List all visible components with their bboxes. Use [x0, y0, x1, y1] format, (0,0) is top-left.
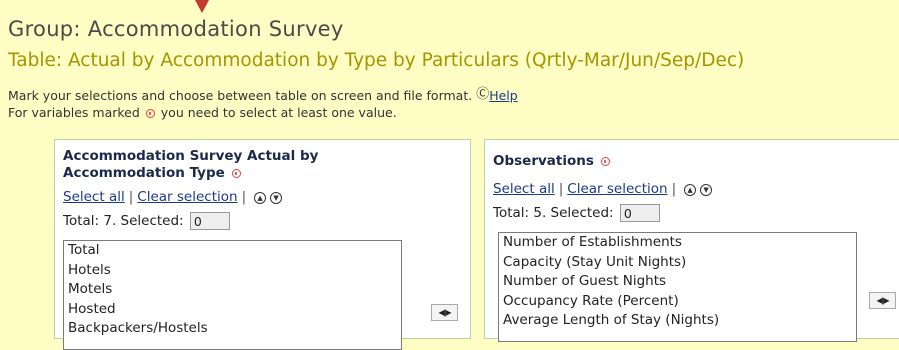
- instructions-prefix: For variables marked: [8, 105, 140, 120]
- selected-count-field[interactable]: 0: [189, 212, 230, 230]
- values-listbox[interactable]: Number of Establishments Capacity (Stay …: [498, 232, 857, 342]
- clear-selection-link[interactable]: Clear selection: [567, 181, 667, 197]
- variable-panel-observations: Observations Select all | Clear selection |…: [484, 139, 899, 342]
- total-label: Total: 7. Selected:: [63, 213, 184, 229]
- panel-title: Observations: [493, 153, 612, 170]
- panel-title-text: Observations: [493, 153, 594, 169]
- select-all-link[interactable]: Select all: [63, 189, 125, 205]
- total-label: Total: 5. Selected:: [493, 205, 614, 221]
- list-item[interactable]: Hotels: [64, 261, 401, 281]
- select-all-link[interactable]: Select all: [493, 181, 555, 197]
- instructions: Mark your selections and choose between …: [8, 86, 518, 121]
- list-item[interactable]: Occupancy Rate (Percent): [499, 292, 856, 312]
- list-item[interactable]: Total: [64, 241, 401, 261]
- help-icon[interactable]: Ⓒ: [476, 87, 489, 102]
- sort-descending-icon[interactable]: ▼: [270, 192, 283, 204]
- instructions-text: Mark your selections and choose between …: [8, 88, 473, 103]
- move-arrows-button[interactable]: ◀|▶: [869, 292, 896, 309]
- panel-title: Accommodation Survey Actual by Accommoda…: [63, 148, 363, 182]
- sort-ascending-icon[interactable]: ▲: [254, 192, 267, 204]
- instructions-line-2: For variables marked you need to select …: [8, 104, 518, 121]
- panel-title-text: Accommodation Survey Actual by Accommoda…: [63, 148, 319, 181]
- selection-links: Select all | Clear selection | ▲ ▼: [63, 189, 283, 205]
- help-link[interactable]: Help: [489, 88, 518, 103]
- group-title: Group: Accommodation Survey: [8, 17, 344, 41]
- selection-total: Total: 5. Selected: 0: [493, 204, 660, 222]
- list-item[interactable]: Capacity (Stay Unit Nights): [499, 253, 856, 273]
- list-item[interactable]: Number of Establishments: [499, 233, 856, 253]
- values-listbox[interactable]: Total Hotels Motels Hosted Backpackers/H…: [63, 240, 402, 350]
- instructions-suffix: you need to select at least one value.: [160, 105, 397, 120]
- required-marker-icon: [145, 109, 155, 118]
- sort-ascending-icon[interactable]: ▲: [684, 184, 697, 196]
- selected-count-field[interactable]: 0: [619, 204, 660, 222]
- selection-links: Select all | Clear selection | ▲ ▼: [493, 181, 713, 197]
- move-arrows-button[interactable]: ◀|▶: [431, 304, 458, 321]
- sort-descending-icon[interactable]: ▼: [700, 184, 713, 196]
- instructions-line-1: Mark your selections and choose between …: [8, 86, 518, 104]
- clear-selection-link[interactable]: Clear selection: [137, 189, 237, 205]
- list-item[interactable]: Backpackers/Hostels: [64, 319, 401, 339]
- list-item[interactable]: Average Length of Stay (Nights): [499, 311, 856, 331]
- list-item[interactable]: Number of Guest Nights: [499, 272, 856, 292]
- table-title: Table: Actual by Accommodation by Type b…: [8, 50, 745, 71]
- required-marker-icon: [600, 157, 610, 166]
- list-item[interactable]: Motels: [64, 280, 401, 300]
- selection-total: Total: 7. Selected: 0: [63, 212, 230, 230]
- required-marker-icon: [231, 169, 241, 178]
- variable-panel-accommodation-type: Accommodation Survey Actual by Accommoda…: [54, 139, 471, 350]
- list-item[interactable]: Hosted: [64, 300, 401, 320]
- pointer-marker-icon: [195, 0, 209, 13]
